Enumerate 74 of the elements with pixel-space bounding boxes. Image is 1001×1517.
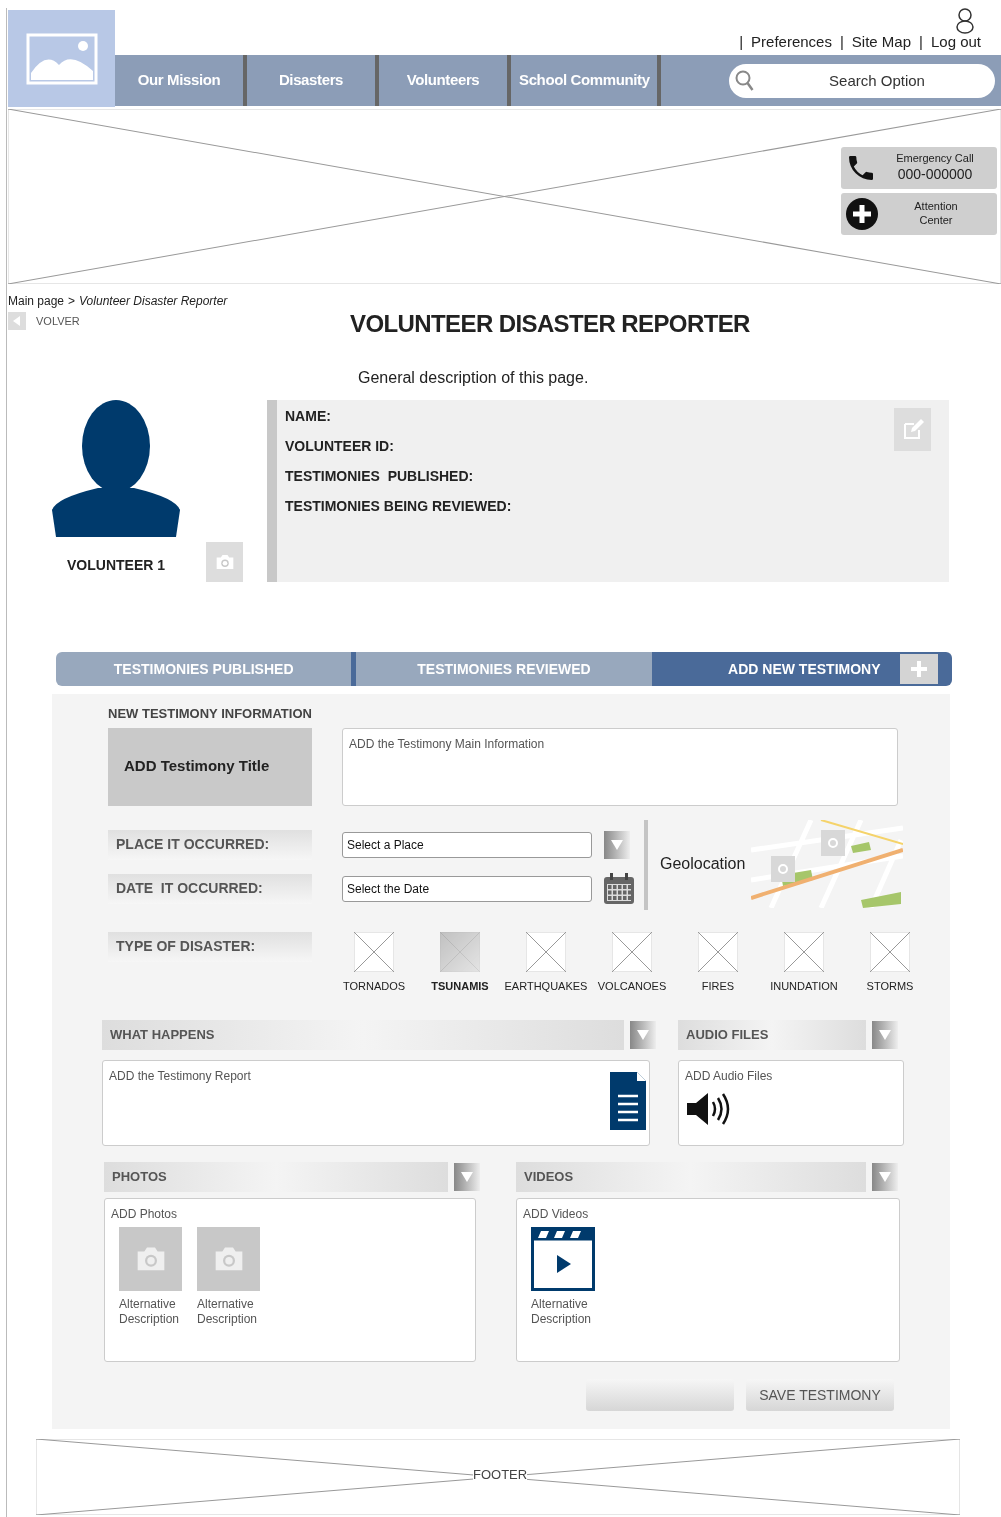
plus-icon: [845, 197, 879, 231]
geolocation-label: Geolocation: [660, 853, 746, 874]
add-title-button[interactable]: ADD Testimony Title: [108, 727, 312, 806]
disaster-image-placeholder: [870, 931, 910, 972]
dropdown-button[interactable]: [604, 830, 630, 859]
caret-icon: [637, 1030, 649, 1040]
back-button[interactable]: VOLVER: [8, 312, 80, 330]
breadcrumb-separator: >: [68, 293, 76, 310]
header-link[interactable]: Preferences: [751, 30, 832, 53]
disaster-option[interactable]: FIRES: [680, 931, 756, 994]
alt-description: Alternative Description: [119, 1297, 181, 1327]
speaker-icon[interactable]: [687, 1091, 731, 1127]
separator: |: [739, 31, 744, 52]
video-icon[interactable]: [531, 1227, 595, 1291]
breadcrumb-link[interactable]: Main page: [8, 292, 65, 310]
plus-icon: [910, 660, 928, 678]
upload-hint: ADD Photos: [111, 1206, 178, 1223]
image-icon: [25, 32, 98, 85]
caret-icon: [461, 1172, 473, 1182]
alt-description: Alternative Description: [197, 1297, 259, 1327]
disaster-image-placeholder: [526, 931, 566, 972]
button-label: Attention Center: [913, 200, 959, 228]
emergency-call-button[interactable]: Emergency Call 000-000000: [841, 147, 997, 189]
header-link[interactable]: Log out: [930, 30, 981, 53]
user-icon[interactable]: [955, 8, 975, 34]
disaster-option[interactable]: STORMS: [852, 931, 928, 994]
disaster-option[interactable]: TORNADOS: [336, 931, 412, 994]
date-field[interactable]: Select the Date: [342, 875, 592, 902]
profile-field-label: TESTIMONIES PUBLISHED:: [285, 467, 474, 486]
button-label: Emergency Call: [896, 152, 974, 167]
main-info-field[interactable]: ADD the Testimony Main Information: [342, 727, 898, 806]
volunteer-name: VOLUNTEER 1: [67, 556, 165, 575]
audio-hint: ADD Audio Files: [685, 1068, 773, 1085]
header-link[interactable]: Site Map: [851, 30, 912, 53]
profile-field-label: TESTIMONIES BEING REVIEWED:: [285, 497, 512, 516]
breadcrumb-current: Volunteer Disaster Reporter: [79, 293, 228, 310]
phone-number: 000-000000: [897, 166, 973, 184]
place-field[interactable]: Select a Place: [342, 831, 592, 858]
disaster-option[interactable]: VOLCANOES: [594, 931, 670, 994]
disaster-image-placeholder: [354, 931, 394, 972]
report-field[interactable]: ADD the Testimony Report: [102, 1060, 650, 1146]
calendar-icon[interactable]: [602, 871, 636, 906]
search-field[interactable]: Search Option: [729, 63, 995, 98]
dropdown-button[interactable]: [630, 1021, 656, 1049]
dropdown-button[interactable]: [872, 1021, 898, 1049]
section-header: PHOTOS: [104, 1162, 448, 1192]
map-thumbnail[interactable]: [751, 819, 904, 908]
caret-icon: [879, 1030, 891, 1040]
disaster-image-placeholder: [784, 931, 824, 972]
section-header: AUDIO FILES: [678, 1020, 866, 1050]
attention-center-button[interactable]: Attention Center: [841, 193, 997, 235]
disaster-image-placeholder: [612, 931, 652, 972]
caret-icon: [879, 1172, 891, 1182]
edit-icon: [901, 418, 924, 441]
section-header: WHAT HAPPENS: [102, 1020, 624, 1050]
profile-field-label: NAME:: [285, 407, 331, 426]
separator: |: [919, 31, 923, 52]
camera-icon: [214, 554, 235, 570]
disaster-option[interactable]: TSUNAMIS: [422, 931, 498, 994]
alt-description: Alternative Description: [531, 1297, 593, 1327]
dropdown-button[interactable]: [872, 1163, 898, 1191]
section-header: VIDEOS: [516, 1162, 866, 1192]
dropdown-button[interactable]: [454, 1163, 480, 1191]
separator: |: [839, 31, 844, 52]
page-description: General description of this page.: [358, 368, 589, 388]
profile-field-label: VOLUNTEER ID:: [285, 437, 394, 456]
caret-icon: [611, 839, 623, 850]
form-heading: NEW TESTIMONY INFORMATION: [108, 705, 312, 723]
disaster-option[interactable]: INUNDATION: [766, 931, 842, 994]
disaster-image-placeholder: [698, 931, 738, 972]
search-icon: [735, 69, 755, 92]
page-title: VOLUNTEER DISASTER REPORTER: [350, 309, 750, 339]
upload-hint: ADD Videos: [523, 1206, 589, 1223]
document-icon[interactable]: [610, 1072, 646, 1130]
